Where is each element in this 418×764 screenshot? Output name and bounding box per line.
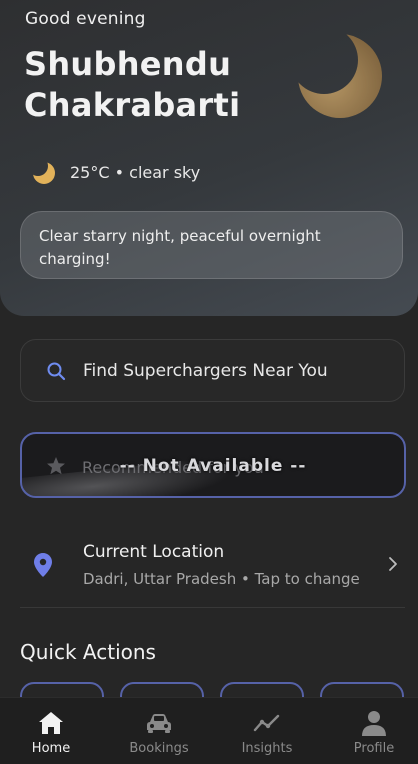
weather-moon-icon xyxy=(33,162,55,184)
current-location-row[interactable]: Current Location Dadri, Uttar Pradesh • … xyxy=(20,531,405,608)
search-icon xyxy=(47,362,66,380)
chevron-right-icon xyxy=(389,557,397,571)
nav-home[interactable]: Home xyxy=(1,698,101,764)
hero-section: Good evening Shubhendu Chakrabarti 25°C … xyxy=(0,0,418,316)
location-title: Current Location xyxy=(83,542,225,562)
nav-bookings[interactable]: Bookings xyxy=(109,698,209,764)
moon-icon xyxy=(298,34,382,118)
chart-line-icon xyxy=(253,714,280,732)
nav-profile[interactable]: Profile xyxy=(324,698,418,764)
user-icon xyxy=(362,711,386,736)
find-superchargers-button[interactable]: Find Superchargers Near You xyxy=(20,339,405,402)
greeting-text: Good evening xyxy=(25,9,146,29)
recommended-card: Recommended for you -- Not Available -- xyxy=(20,432,406,498)
nav-home-label: Home xyxy=(31,741,71,756)
nav-bookings-label: Bookings xyxy=(129,741,189,756)
bottom-navigation: Home Bookings Insights Profile xyxy=(0,697,418,764)
weather-message-card: Clear starry night, peaceful overnight c… xyxy=(20,211,403,279)
quick-actions-title: Quick Actions xyxy=(20,640,156,664)
location-pin-icon xyxy=(34,553,52,577)
nav-profile-label: Profile xyxy=(353,741,395,756)
weather-row: 25°C • clear sky xyxy=(30,158,200,186)
not-available-overlay: -- Not Available -- xyxy=(119,456,307,476)
find-superchargers-label: Find Superchargers Near You xyxy=(83,360,328,381)
location-subtitle: Dadri, Uttar Pradesh • Tap to change xyxy=(83,570,360,588)
car-icon xyxy=(147,714,171,733)
nav-insights-label: Insights xyxy=(241,741,293,756)
user-last-name: Chakrabarti xyxy=(24,86,241,124)
home-icon xyxy=(39,712,63,734)
nav-insights[interactable]: Insights xyxy=(217,698,317,764)
user-first-name: Shubhendu xyxy=(24,45,232,83)
user-name: Shubhendu Chakrabarti xyxy=(24,44,284,126)
weather-text: 25°C • clear sky xyxy=(70,162,201,182)
